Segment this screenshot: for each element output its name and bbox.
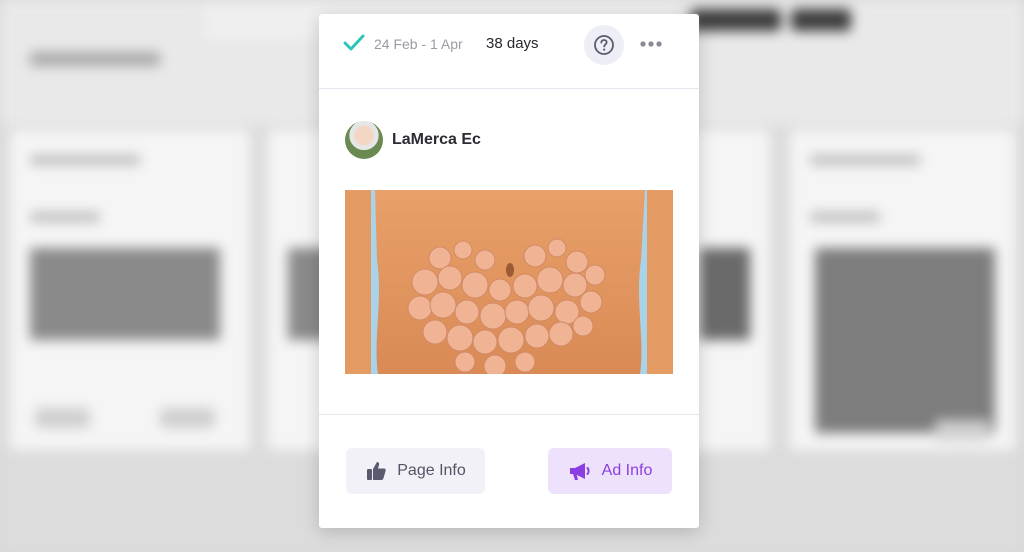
- background-image: [700, 248, 750, 340]
- background-line: [30, 212, 100, 222]
- ad-date-range: 24 Feb - 1 Apr: [374, 36, 463, 52]
- background-card: [790, 130, 1015, 450]
- advertiser-avatar: [345, 121, 383, 159]
- help-button[interactable]: [584, 25, 624, 65]
- background-pill: [791, 9, 851, 31]
- advertiser-name[interactable]: LaMerca Ec: [392, 131, 481, 149]
- background-title: [30, 52, 160, 66]
- ad-info-button[interactable]: Ad Info: [548, 448, 672, 494]
- background-button: [935, 420, 990, 440]
- ellipsis-icon: [640, 41, 662, 47]
- background-line: [810, 212, 880, 222]
- background-image: [815, 248, 995, 433]
- page-info-button[interactable]: Page Info: [346, 448, 485, 494]
- background-pill: [691, 9, 781, 31]
- more-options-button[interactable]: [637, 34, 665, 54]
- background-button: [160, 408, 215, 428]
- question-circle-icon: [594, 35, 614, 55]
- background-line: [810, 155, 920, 165]
- page-info-label: Page Info: [397, 462, 466, 479]
- megaphone-icon: [569, 463, 590, 480]
- ad-creative-image[interactable]: [345, 190, 673, 374]
- ad-duration: 38 days: [486, 35, 539, 52]
- ad-card: 24 Feb - 1 Apr 38 days LaMerca Ec Page I…: [319, 14, 699, 528]
- checkmark-icon: [343, 34, 365, 51]
- thumbs-up-icon: [367, 462, 386, 480]
- background-line: [30, 155, 140, 165]
- ad-info-label: Ad Info: [601, 462, 653, 479]
- card-divider: [319, 414, 699, 415]
- background-button: [35, 408, 90, 428]
- background-image: [30, 248, 220, 340]
- ad-card-header: 24 Feb - 1 Apr 38 days: [319, 14, 699, 89]
- advertiser-row[interactable]: LaMerca Ec: [345, 121, 481, 159]
- background-card: [10, 130, 250, 450]
